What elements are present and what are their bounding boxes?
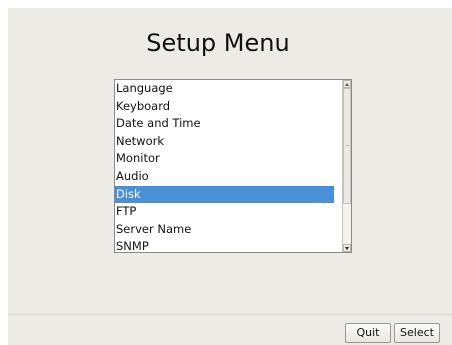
menu-item-snmp[interactable]: SNMP	[115, 238, 334, 252]
scroll-down-arrow-icon[interactable]	[343, 244, 351, 252]
menu-item-audio[interactable]: Audio	[115, 168, 334, 186]
setup-menu-list[interactable]: Language Keyboard Date and Time Network …	[114, 79, 352, 253]
menu-item-date-and-time[interactable]: Date and Time	[115, 115, 334, 133]
menu-item-disk[interactable]: Disk	[115, 185, 334, 204]
menu-item-keyboard[interactable]: Keyboard	[115, 98, 334, 116]
menu-items: Language Keyboard Date and Time Network …	[115, 80, 334, 252]
menu-item-network[interactable]: Network	[115, 133, 334, 151]
scroll-thumb[interactable]	[343, 88, 351, 204]
menu-item-server-name[interactable]: Server Name	[115, 221, 334, 239]
page-title: Setup Menu	[146, 29, 290, 57]
scroll-up-arrow-icon[interactable]	[343, 80, 351, 88]
menu-item-language[interactable]: Language	[115, 80, 334, 98]
list-scrollbar[interactable]	[342, 80, 351, 252]
select-button[interactable]: Select	[394, 323, 440, 343]
quit-button[interactable]: Quit	[345, 323, 391, 343]
menu-item-monitor[interactable]: Monitor	[115, 150, 334, 168]
grip-icon	[346, 145, 349, 147]
menu-item-ftp[interactable]: FTP	[115, 203, 334, 221]
bottom-divider	[8, 314, 452, 315]
